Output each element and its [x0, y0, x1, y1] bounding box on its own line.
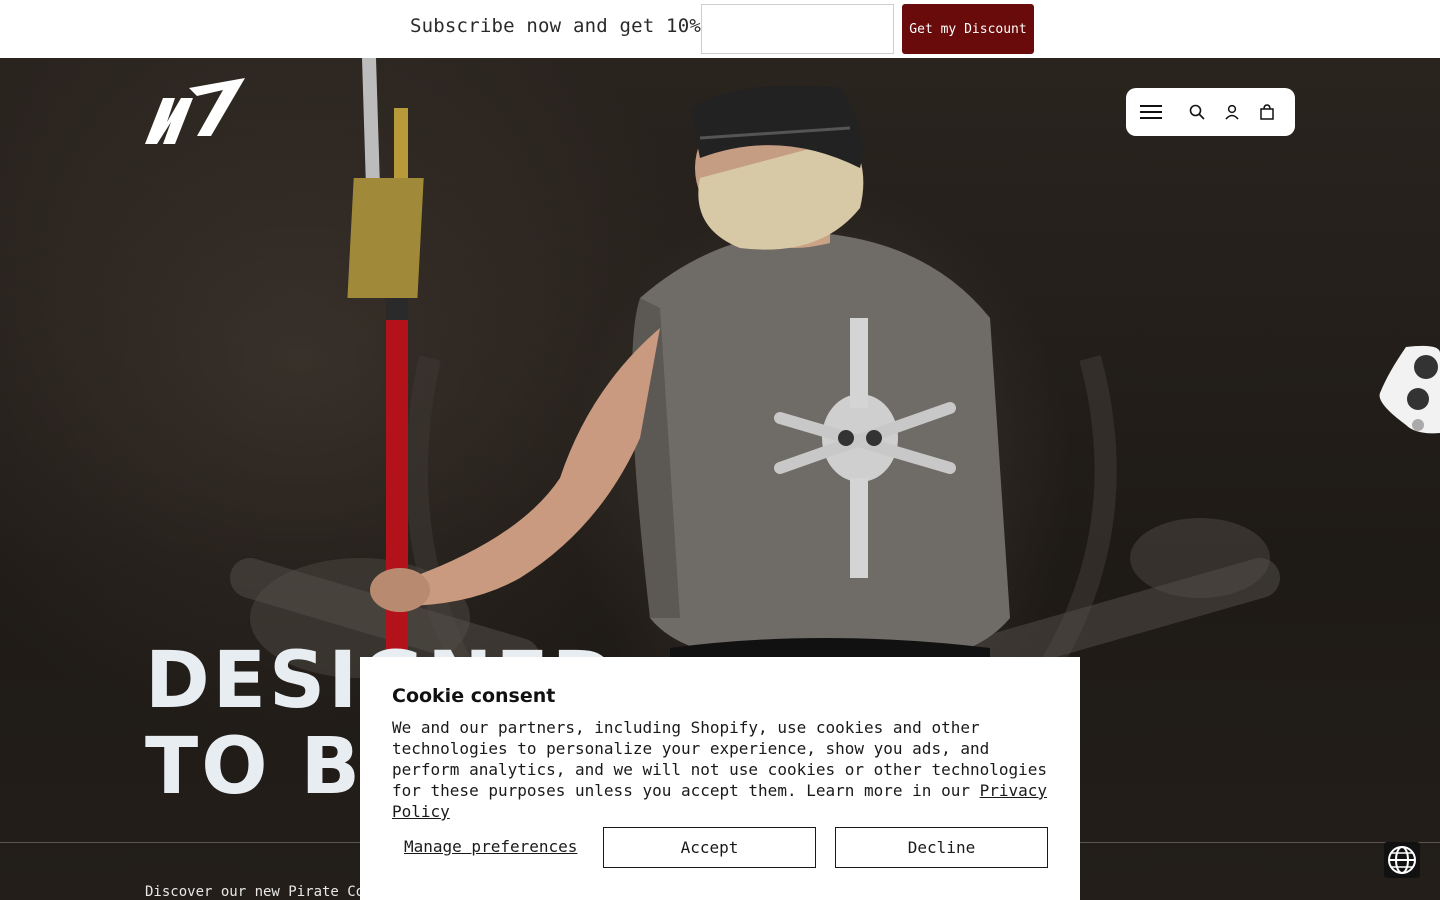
get-discount-button[interactable]: Get my Discount: [902, 4, 1034, 54]
email-field[interactable]: [701, 4, 894, 54]
cookie-body-text: We and our partners, including Shopify, …: [392, 718, 1048, 800]
decline-button[interactable]: Decline: [835, 827, 1048, 868]
cookie-body: We and our partners, including Shopify, …: [392, 717, 1052, 822]
header-nav: [1126, 88, 1295, 136]
announcement-bar: Subscribe now and get 10% off. Get my Di…: [0, 0, 1440, 58]
menu-icon[interactable]: [1140, 102, 1162, 122]
cookie-consent-dialog: Cookie consent We and our partners, incl…: [360, 657, 1080, 900]
search-icon[interactable]: [1187, 102, 1207, 122]
brand-logo[interactable]: [145, 78, 245, 146]
cookie-actions: Manage preferences Accept Decline: [360, 827, 1080, 868]
account-icon[interactable]: [1222, 102, 1242, 122]
cart-icon[interactable]: [1257, 102, 1277, 122]
cookie-title: Cookie consent: [392, 685, 556, 707]
manage-preferences-link[interactable]: Manage preferences: [404, 837, 577, 856]
globe-icon[interactable]: [1384, 842, 1420, 878]
side-widget-icon[interactable]: [1376, 343, 1440, 435]
accept-button[interactable]: Accept: [603, 827, 816, 868]
